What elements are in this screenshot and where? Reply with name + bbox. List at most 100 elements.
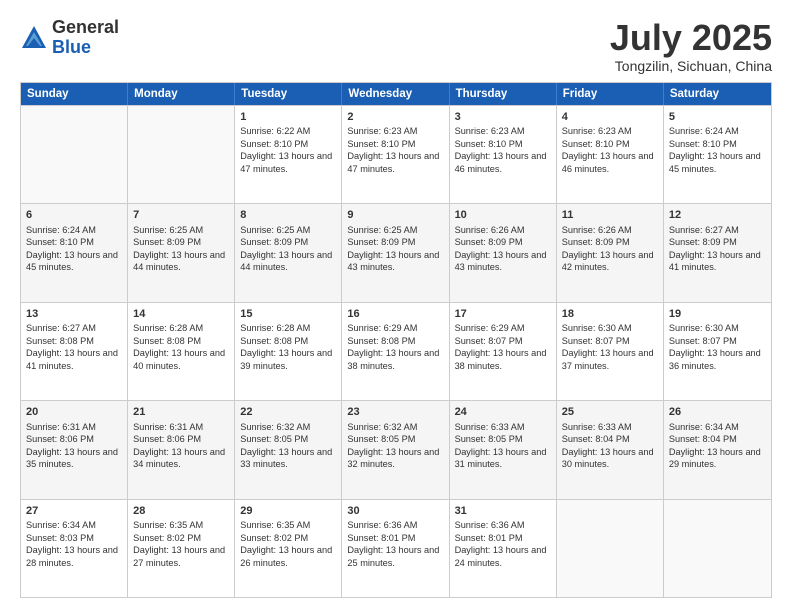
- day-number: 9: [347, 208, 443, 223]
- day-info: Sunrise: 6:36 AM Sunset: 8:01 PM Dayligh…: [455, 520, 547, 567]
- empty-cell: [557, 500, 664, 597]
- day-10: 10 Sunrise: 6:26 AM Sunset: 8:09 PM Dayli…: [450, 204, 557, 301]
- day-info: Sunrise: 6:28 AM Sunset: 8:08 PM Dayligh…: [240, 323, 332, 370]
- day-30: 30Sunrise: 6:36 AM Sunset: 8:01 PM Dayli…: [342, 500, 449, 597]
- day-27: 27Sunrise: 6:34 AM Sunset: 8:03 PM Dayli…: [21, 500, 128, 597]
- calendar-row: 20 Sunrise: 6:31 AM Sunset: 8:06 PM Dayli…: [21, 400, 771, 498]
- day-number: 7: [133, 208, 229, 223]
- day-number: 14: [133, 307, 229, 322]
- day-29: 29Sunrise: 6:35 AM Sunset: 8:02 PM Dayli…: [235, 500, 342, 597]
- day-info: Sunrise: 6:33 AM Sunset: 8:05 PM Dayligh…: [455, 422, 547, 469]
- day-22: 22 Sunrise: 6:32 AM Sunset: 8:05 PM Dayli…: [235, 401, 342, 498]
- empty-cell: [128, 106, 235, 203]
- day-number: 30: [347, 504, 443, 519]
- day-info: Sunrise: 6:36 AM Sunset: 8:01 PM Dayligh…: [347, 520, 439, 567]
- day-number: 11: [562, 208, 658, 223]
- day-6: 6 Sunrise: 6:24 AM Sunset: 8:10 PM Daylig…: [21, 204, 128, 301]
- day-17: 17Sunrise: 6:29 AM Sunset: 8:07 PM Dayli…: [450, 303, 557, 400]
- day-number: 31: [455, 504, 551, 519]
- weekday-header: Tuesday: [235, 83, 342, 105]
- day-number: 10: [455, 208, 551, 223]
- day-28: 28Sunrise: 6:35 AM Sunset: 8:02 PM Dayli…: [128, 500, 235, 597]
- day-info: Sunrise: 6:22 AM Sunset: 8:10 PM Dayligh…: [240, 126, 332, 173]
- calendar-row: 6 Sunrise: 6:24 AM Sunset: 8:10 PM Daylig…: [21, 203, 771, 301]
- day-8: 8 Sunrise: 6:25 AM Sunset: 8:09 PM Daylig…: [235, 204, 342, 301]
- day-number: 13: [26, 307, 122, 322]
- day-info: Sunrise: 6:30 AM Sunset: 8:07 PM Dayligh…: [669, 323, 761, 370]
- day-info: Sunrise: 6:28 AM Sunset: 8:08 PM Dayligh…: [133, 323, 225, 370]
- header: General Blue July 2025 Tongzilin, Sichua…: [20, 18, 772, 74]
- logo-general: General: [52, 17, 119, 37]
- day-number: 6: [26, 208, 122, 223]
- day-24: 24 Sunrise: 6:33 AM Sunset: 8:05 PM Dayli…: [450, 401, 557, 498]
- day-info: Sunrise: 6:29 AM Sunset: 8:07 PM Dayligh…: [455, 323, 547, 370]
- day-info: Sunrise: 6:25 AM Sunset: 8:09 PM Dayligh…: [240, 225, 332, 272]
- location: Tongzilin, Sichuan, China: [610, 58, 772, 74]
- calendar-row: 1Sunrise: 6:22 AM Sunset: 8:10 PM Daylig…: [21, 105, 771, 203]
- day-info: Sunrise: 6:35 AM Sunset: 8:02 PM Dayligh…: [240, 520, 332, 567]
- day-info: Sunrise: 6:23 AM Sunset: 8:10 PM Dayligh…: [562, 126, 654, 173]
- day-26: 26Sunrise: 6:34 AM Sunset: 8:04 PM Dayli…: [664, 401, 771, 498]
- day-number: 5: [669, 110, 766, 125]
- day-info: Sunrise: 6:23 AM Sunset: 8:10 PM Dayligh…: [347, 126, 439, 173]
- day-15: 15Sunrise: 6:28 AM Sunset: 8:08 PM Dayli…: [235, 303, 342, 400]
- day-20: 20Sunrise: 6:31 AM Sunset: 8:06 PM Dayli…: [21, 401, 128, 498]
- day-11: 11 Sunrise: 6:26 AM Sunset: 8:09 PM Dayli…: [557, 204, 664, 301]
- day-number: 4: [562, 110, 658, 125]
- weekday-header: Wednesday: [342, 83, 449, 105]
- day-16: 16Sunrise: 6:29 AM Sunset: 8:08 PM Dayli…: [342, 303, 449, 400]
- day-number: 21: [133, 405, 229, 420]
- day-number: 2: [347, 110, 443, 125]
- weekday-header: Thursday: [450, 83, 557, 105]
- day-9: 9 Sunrise: 6:25 AM Sunset: 8:09 PM Daylig…: [342, 204, 449, 301]
- day-12: 12 Sunrise: 6:27 AM Sunset: 8:09 PM Dayli…: [664, 204, 771, 301]
- day-number: 22: [240, 405, 336, 420]
- logo-blue: Blue: [52, 37, 91, 57]
- calendar-header: SundayMondayTuesdayWednesdayThursdayFrid…: [21, 83, 771, 105]
- day-info: Sunrise: 6:30 AM Sunset: 8:07 PM Dayligh…: [562, 323, 654, 370]
- month-title: July 2025: [610, 18, 772, 58]
- day-info: Sunrise: 6:24 AM Sunset: 8:10 PM Dayligh…: [669, 126, 761, 173]
- day-number: 26: [669, 405, 766, 420]
- day-number: 18: [562, 307, 658, 322]
- calendar-row: 13Sunrise: 6:27 AM Sunset: 8:08 PM Dayli…: [21, 302, 771, 400]
- day-info: Sunrise: 6:32 AM Sunset: 8:05 PM Dayligh…: [347, 422, 439, 469]
- day-info: Sunrise: 6:25 AM Sunset: 8:09 PM Dayligh…: [133, 225, 225, 272]
- logo: General Blue: [20, 18, 119, 58]
- day-number: 28: [133, 504, 229, 519]
- day-2: 2Sunrise: 6:23 AM Sunset: 8:10 PM Daylig…: [342, 106, 449, 203]
- day-info: Sunrise: 6:26 AM Sunset: 8:09 PM Dayligh…: [455, 225, 547, 272]
- day-info: Sunrise: 6:26 AM Sunset: 8:09 PM Dayligh…: [562, 225, 654, 272]
- day-number: 1: [240, 110, 336, 125]
- calendar-row: 27Sunrise: 6:34 AM Sunset: 8:03 PM Dayli…: [21, 499, 771, 597]
- day-number: 29: [240, 504, 336, 519]
- day-info: Sunrise: 6:33 AM Sunset: 8:04 PM Dayligh…: [562, 422, 654, 469]
- day-1: 1Sunrise: 6:22 AM Sunset: 8:10 PM Daylig…: [235, 106, 342, 203]
- day-number: 3: [455, 110, 551, 125]
- day-number: 20: [26, 405, 122, 420]
- day-info: Sunrise: 6:32 AM Sunset: 8:05 PM Dayligh…: [240, 422, 332, 469]
- day-number: 15: [240, 307, 336, 322]
- day-number: 19: [669, 307, 766, 322]
- day-number: 8: [240, 208, 336, 223]
- day-number: 25: [562, 405, 658, 420]
- day-info: Sunrise: 6:31 AM Sunset: 8:06 PM Dayligh…: [133, 422, 225, 469]
- day-info: Sunrise: 6:24 AM Sunset: 8:10 PM Dayligh…: [26, 225, 118, 272]
- empty-cell: [21, 106, 128, 203]
- day-number: 23: [347, 405, 443, 420]
- calendar-body: 1Sunrise: 6:22 AM Sunset: 8:10 PM Daylig…: [21, 105, 771, 597]
- empty-cell: [664, 500, 771, 597]
- weekday-header: Friday: [557, 83, 664, 105]
- day-number: 24: [455, 405, 551, 420]
- calendar: SundayMondayTuesdayWednesdayThursdayFrid…: [20, 82, 772, 598]
- weekday-header: Monday: [128, 83, 235, 105]
- day-3: 3Sunrise: 6:23 AM Sunset: 8:10 PM Daylig…: [450, 106, 557, 203]
- day-31: 31Sunrise: 6:36 AM Sunset: 8:01 PM Dayli…: [450, 500, 557, 597]
- day-number: 12: [669, 208, 766, 223]
- day-info: Sunrise: 6:27 AM Sunset: 8:08 PM Dayligh…: [26, 323, 118, 370]
- day-info: Sunrise: 6:25 AM Sunset: 8:09 PM Dayligh…: [347, 225, 439, 272]
- day-info: Sunrise: 6:35 AM Sunset: 8:02 PM Dayligh…: [133, 520, 225, 567]
- day-info: Sunrise: 6:27 AM Sunset: 8:09 PM Dayligh…: [669, 225, 761, 272]
- page: General Blue July 2025 Tongzilin, Sichua…: [0, 0, 792, 612]
- day-4: 4Sunrise: 6:23 AM Sunset: 8:10 PM Daylig…: [557, 106, 664, 203]
